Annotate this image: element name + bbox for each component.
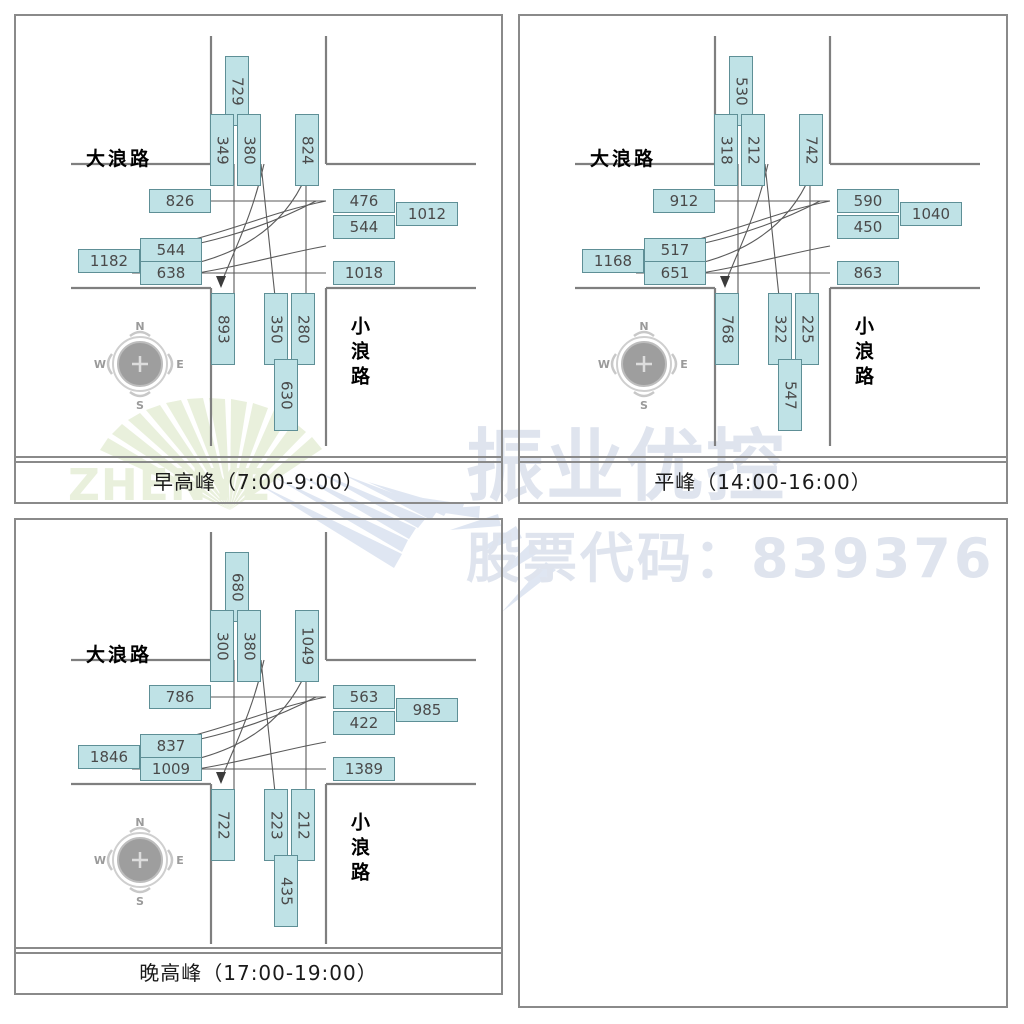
road-label-vertical-1: 小浪路: [348, 316, 370, 391]
compass-w-label: W: [598, 358, 610, 371]
box-west-second-3: 1009: [140, 757, 202, 781]
box-north-through-2: 212: [741, 114, 765, 186]
box-west-total-2: 1168: [582, 249, 644, 273]
road-label-horizontal-1: 大浪路: [86, 148, 153, 170]
box-north-exit-1: 824: [295, 114, 319, 186]
compass-w-label: W: [94, 854, 106, 867]
compass-e-label: E: [176, 854, 184, 867]
intersection-diagram-3: 大浪路 小浪路 680 300 380 1049 786 1846 837 10…: [16, 520, 501, 952]
caption-morning-peak: 早高峰（7:00-9:00）: [14, 456, 503, 504]
box-south-through-3: 212: [291, 789, 315, 861]
box-west-through-3: 837: [140, 734, 202, 758]
box-south-exit-2: 768: [715, 293, 739, 365]
compass-rose-2: N S W E: [598, 320, 688, 412]
box-north-left-turn-2: 318: [714, 114, 738, 186]
box-north-exit-2: 742: [799, 114, 823, 186]
compass-s-label: S: [640, 399, 648, 412]
box-east-exit-1: 1018: [333, 261, 395, 285]
box-south-right-turn-1: 630: [274, 359, 298, 431]
box-north-exit-3: 1049: [295, 610, 319, 682]
panel-evening-peak: 大浪路 小浪路 680 300 380 1049 786 1846 837 10…: [14, 518, 503, 954]
compass-e-label: E: [680, 358, 688, 371]
box-east-through-2: 590: [837, 189, 899, 213]
box-east-through-3: 563: [333, 685, 395, 709]
box-north-through-3: 380: [237, 610, 261, 682]
box-west-exit-2: 912: [653, 189, 715, 213]
box-south-left-turn-3: 223: [264, 789, 288, 861]
caption-text-1: 早高峰（7:00-9:00）: [152, 469, 365, 494]
box-north-left-turn-3: 300: [210, 610, 234, 682]
intersection-diagram-2: 大浪路 小浪路 530 318 212 742 912 1168 517 651…: [520, 16, 1006, 461]
box-west-through-1: 544: [140, 238, 202, 262]
compass-e-label: E: [176, 358, 184, 371]
caption-evening-peak: 晚高峰（17:00-19:00）: [14, 947, 503, 995]
box-west-total-3: 1846: [78, 745, 140, 769]
road-label-vertical-2: 小浪路: [852, 316, 874, 391]
box-east-second-2: 450: [837, 215, 899, 239]
roads-and-flows-2: [575, 36, 980, 446]
road-label-vertical-3: 小浪路: [348, 812, 370, 887]
compass-s-label: S: [136, 399, 144, 412]
box-south-right-turn-2: 547: [778, 359, 802, 431]
intersection-diagram-1: 大浪路 小浪路 729 349 380 824 826 1182 544 638…: [16, 16, 501, 461]
box-north-through-1: 380: [237, 114, 261, 186]
box-south-exit-1: 893: [211, 293, 235, 365]
road-label-horizontal-2: 大浪路: [590, 148, 657, 170]
road-label-horizontal-3: 大浪路: [86, 644, 153, 666]
compass-w-label: W: [94, 358, 106, 371]
box-north-left-turn-1: 349: [210, 114, 234, 186]
caption-text-3: 晚高峰（17:00-19:00）: [139, 960, 378, 985]
box-east-second-1: 544: [333, 215, 395, 239]
box-south-right-turn-3: 435: [274, 855, 298, 927]
box-west-exit-1: 826: [149, 189, 211, 213]
box-east-total-2: 1040: [900, 202, 962, 226]
compass-n-label: N: [135, 320, 144, 333]
box-east-second-3: 422: [333, 711, 395, 735]
compass-s-label: S: [136, 895, 144, 908]
caption-text-2: 平峰（14:00-16:00）: [654, 469, 872, 494]
box-south-left-turn-2: 322: [768, 293, 792, 365]
box-west-second-2: 651: [644, 261, 706, 285]
box-south-left-turn-1: 350: [264, 293, 288, 365]
box-east-through-1: 476: [333, 189, 395, 213]
panel-empty: [518, 518, 1008, 1008]
box-east-exit-2: 863: [837, 261, 899, 285]
compass-n-label: N: [639, 320, 648, 333]
box-west-total-1: 1182: [78, 249, 140, 273]
compass-rose-3: N S W E: [94, 816, 184, 908]
box-west-second-1: 638: [140, 261, 202, 285]
caption-off-peak: 平峰（14:00-16:00）: [518, 456, 1008, 504]
roads-and-flows-3: [71, 532, 476, 944]
compass-rose-1: N S W E: [94, 320, 184, 412]
box-south-through-2: 225: [795, 293, 819, 365]
box-south-through-1: 280: [291, 293, 315, 365]
box-east-exit-3: 1389: [333, 757, 395, 781]
panel-off-peak: 大浪路 小浪路 530 318 212 742 912 1168 517 651…: [518, 14, 1008, 463]
box-west-through-2: 517: [644, 238, 706, 262]
panel-morning-peak: 大浪路 小浪路 729 349 380 824 826 1182 544 638…: [14, 14, 503, 463]
compass-n-label: N: [135, 816, 144, 829]
box-south-exit-3: 722: [211, 789, 235, 861]
box-east-total-1: 1012: [396, 202, 458, 226]
box-west-exit-3: 786: [149, 685, 211, 709]
roads-and-flows-1: [71, 36, 476, 446]
box-east-total-3: 985: [396, 698, 458, 722]
